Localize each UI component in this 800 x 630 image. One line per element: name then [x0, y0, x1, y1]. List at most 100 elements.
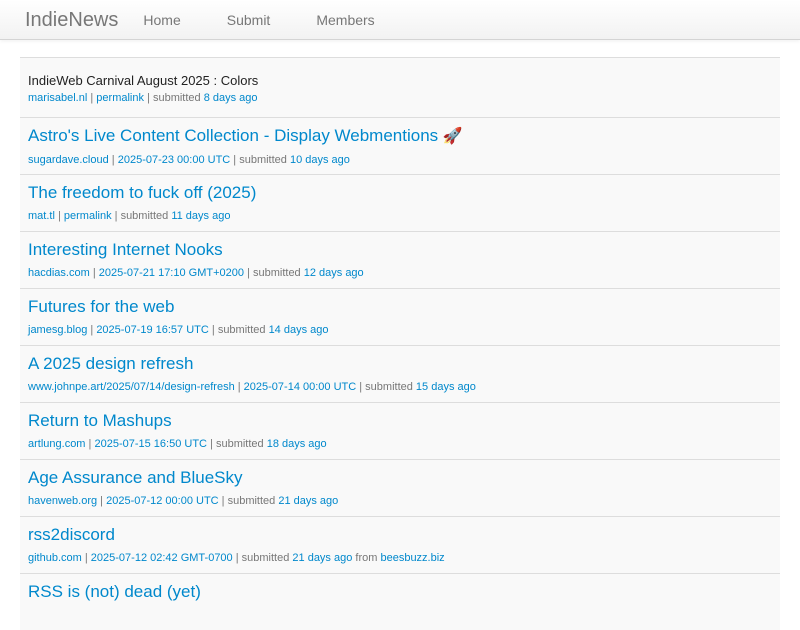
post-permalink[interactable]: permalink	[64, 210, 112, 222]
separator: |	[234, 381, 244, 393]
post-title-link[interactable]: IndieWeb Carnival August 2025 : Colors	[28, 72, 772, 90]
submitted-label: submitted	[120, 210, 172, 222]
separator: |	[111, 210, 121, 222]
post-domain-link[interactable]: artlung.com	[28, 438, 85, 450]
post-list: IndieWeb Carnival August 2025 : Colors m…	[20, 57, 780, 630]
post-title-text: RSS is (not) dead (yet)	[28, 582, 201, 601]
post-title-text: Astro's Live Content Collection - Displa…	[28, 126, 439, 145]
submitted-ago-link[interactable]: 21 days ago	[292, 552, 352, 564]
top-navbar: IndieNews Home Submit Members	[0, 0, 800, 40]
post-permalink[interactable]: 2025-07-15 16:50 UTC	[94, 438, 207, 450]
rocket-icon: 🚀	[438, 128, 463, 145]
post-title-link[interactable]: Age Assurance and BlueSky	[28, 467, 772, 489]
separator: |	[87, 92, 97, 104]
separator: |	[356, 381, 366, 393]
post-item: Astro's Live Content Collection - Displa…	[20, 117, 780, 174]
post-title-link[interactable]: rss2discord	[28, 524, 772, 546]
post-title-link[interactable]: Futures for the web	[28, 296, 772, 318]
post-title-link[interactable]: Return to Mashups	[28, 410, 772, 432]
post-item: Return to Mashups artlung.com | 2025-07-…	[20, 402, 780, 459]
post-item: IndieWeb Carnival August 2025 : Colors m…	[20, 57, 780, 117]
submitted-ago-link[interactable]: 21 days ago	[278, 495, 338, 507]
post-permalink[interactable]: 2025-07-21 17:10 GMT+0200	[99, 267, 244, 279]
from-label: from	[352, 552, 381, 564]
post-item: A 2025 design refresh www.johnpe.art/202…	[20, 345, 780, 402]
separator: |	[208, 324, 218, 336]
submitted-ago-link[interactable]: 15 days ago	[416, 381, 476, 393]
post-permalink[interactable]: 2025-07-12 00:00 UTC	[106, 495, 219, 507]
submitted-label: submitted	[152, 92, 204, 104]
submitted-label: submitted	[215, 438, 267, 450]
post-title-link[interactable]: A 2025 design refresh	[28, 353, 772, 375]
post-title-text: Age Assurance and BlueSky	[28, 468, 243, 487]
post-permalink[interactable]: 2025-07-12 02:42 GMT-0700	[91, 552, 233, 564]
post-title-text: The freedom to fuck off (2025)	[28, 183, 257, 202]
post-item: RSS is (not) dead (yet)	[20, 573, 780, 630]
post-item: Futures for the web jamesg.blog | 2025-0…	[20, 288, 780, 345]
separator: |	[218, 495, 228, 507]
submitted-ago-link[interactable]: 18 days ago	[267, 438, 327, 450]
post-permalink[interactable]: 2025-07-23 00:00 UTC	[118, 154, 231, 166]
nav-home-link[interactable]: Home	[143, 0, 203, 40]
post-title-text: Futures for the web	[28, 297, 175, 316]
post-permalink[interactable]: 2025-07-19 16:57 UTC	[96, 324, 209, 336]
post-item: Interesting Internet Nooks hacdias.com |…	[20, 231, 780, 288]
post-domain-link[interactable]: sugardave.cloud	[28, 154, 109, 166]
separator: |	[230, 154, 240, 166]
separator: |	[81, 552, 91, 564]
post-meta: hacdias.com | 2025-07-21 17:10 GMT+0200 …	[28, 265, 772, 281]
post-title-text: Interesting Internet Nooks	[28, 240, 223, 259]
post-meta: mat.tl | permalink | submitted 11 days a…	[28, 208, 772, 224]
post-meta: havenweb.org | 2025-07-12 00:00 UTC | su…	[28, 493, 772, 509]
submitted-label: submitted	[241, 552, 293, 564]
post-meta: www.johnpe.art/2025/07/14/design-refresh…	[28, 379, 772, 395]
post-permalink[interactable]: permalink	[96, 92, 144, 104]
nav-submit-link[interactable]: Submit	[204, 0, 294, 40]
post-domain-link[interactable]: jamesg.blog	[28, 324, 87, 336]
submitted-ago-link[interactable]: 14 days ago	[269, 324, 329, 336]
nav-members-link[interactable]: Members	[293, 0, 397, 40]
from-site-link[interactable]: beesbuzz.biz	[380, 552, 444, 564]
submitted-label: submitted	[217, 324, 269, 336]
post-domain-link[interactable]: marisabel.nl	[28, 92, 87, 104]
post-domain-link[interactable]: mat.tl	[28, 210, 55, 222]
separator: |	[108, 154, 118, 166]
submitted-ago-link[interactable]: 8 days ago	[204, 92, 258, 104]
post-meta: artlung.com | 2025-07-15 16:50 UTC | sub…	[28, 436, 772, 452]
brand-logo-link[interactable]: IndieNews	[0, 0, 143, 40]
post-permalink[interactable]: 2025-07-14 00:00 UTC	[244, 381, 357, 393]
submitted-label: submitted	[365, 381, 416, 393]
post-domain-link[interactable]: havenweb.org	[28, 495, 97, 507]
post-title-link[interactable]: The freedom to fuck off (2025)	[28, 182, 772, 204]
post-domain-link[interactable]: github.com	[28, 552, 82, 564]
submitted-label: submitted	[239, 154, 290, 166]
post-title-link[interactable]: Interesting Internet Nooks	[28, 239, 772, 261]
separator: |	[89, 267, 99, 279]
post-title-text: rss2discord	[28, 525, 115, 544]
post-domain-link[interactable]: www.johnpe.art/2025/07/14/design-refresh	[28, 381, 235, 393]
submitted-ago-link[interactable]: 10 days ago	[290, 154, 350, 166]
separator: |	[97, 495, 107, 507]
post-title-text: Return to Mashups	[28, 411, 172, 430]
submitted-ago-link[interactable]: 12 days ago	[304, 267, 364, 279]
post-meta: sugardave.cloud | 2025-07-23 00:00 UTC |…	[28, 152, 772, 168]
post-item: rss2discord github.com | 2025-07-12 02:4…	[20, 516, 780, 573]
submitted-label: submitted	[252, 267, 304, 279]
post-domain-link[interactable]: hacdias.com	[28, 267, 90, 279]
submitted-label: submitted	[227, 495, 279, 507]
post-title-text: A 2025 design refresh	[28, 354, 194, 373]
post-meta: github.com | 2025-07-12 02:42 GMT-0700 |…	[28, 550, 772, 566]
post-title-text: IndieWeb Carnival August 2025 : Colors	[28, 73, 259, 88]
submitted-ago-link[interactable]: 11 days ago	[171, 210, 230, 222]
post-meta: marisabel.nl | permalink | submitted 8 d…	[28, 90, 772, 106]
post-title-link[interactable]: Astro's Live Content Collection - Displa…	[28, 125, 772, 148]
separator: |	[143, 92, 153, 104]
separator: |	[87, 324, 97, 336]
separator: |	[206, 438, 216, 450]
post-item: Age Assurance and BlueSky havenweb.org |…	[20, 459, 780, 516]
separator: |	[54, 210, 64, 222]
post-meta: jamesg.blog | 2025-07-19 16:57 UTC | sub…	[28, 322, 772, 338]
separator: |	[244, 267, 253, 279]
post-item: The freedom to fuck off (2025) mat.tl | …	[20, 174, 780, 231]
separator: |	[232, 552, 242, 564]
